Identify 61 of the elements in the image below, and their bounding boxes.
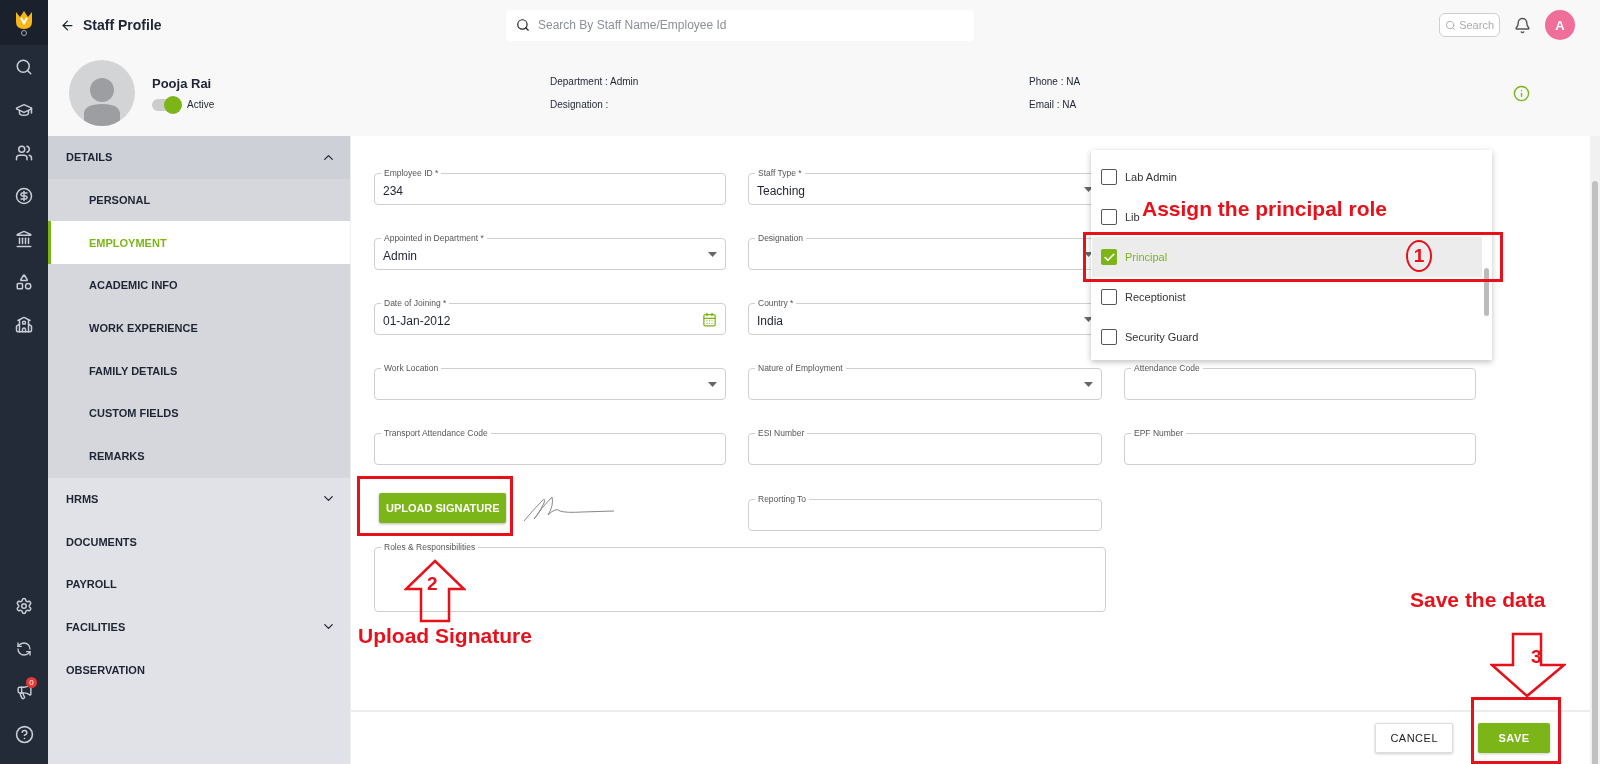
- profile-detail: Phone : NA: [1029, 76, 1082, 87]
- refresh-icon[interactable]: [16, 640, 32, 657]
- sidebar-item[interactable]: DETAILS: [48, 136, 350, 179]
- checkbox[interactable]: [1101, 249, 1117, 265]
- step-number: 2: [427, 573, 438, 595]
- role-option[interactable]: Lib: [1125, 211, 1140, 223]
- annotation-caption: Assign the principal role: [1142, 197, 1388, 221]
- bell-icon[interactable]: [1514, 16, 1531, 34]
- notification-badge: 0: [26, 677, 37, 688]
- sidebar-item[interactable]: HRMS: [48, 477, 350, 521]
- page-title: Staff Profile: [83, 17, 163, 33]
- scrollbar-thumb[interactable]: [1484, 268, 1489, 316]
- settings-icon[interactable]: [15, 596, 33, 615]
- step-number: 3: [1531, 646, 1542, 668]
- checkbox[interactable]: [1101, 209, 1117, 225]
- sidebar-subitem[interactable]: WORK EXPERIENCE: [48, 306, 350, 350]
- people-icon[interactable]: [15, 143, 33, 162]
- profile-detail: Email : NA: [1029, 99, 1078, 110]
- profile-detail: Department : Admin: [550, 76, 640, 87]
- search-icon: [516, 17, 530, 32]
- sidebar-item[interactable]: FACILITIES: [48, 605, 350, 649]
- profile-detail: Designation :: [550, 99, 610, 110]
- tulip-logo-icon[interactable]: [14, 9, 34, 36]
- building-icon[interactable]: [15, 229, 33, 248]
- dropdown-caret-icon: [708, 251, 717, 257]
- sidebar-item[interactable]: DOCUMENTS: [48, 520, 350, 563]
- annotation-caption: Save the data: [1410, 588, 1546, 612]
- megaphone-icon[interactable]: [15, 683, 33, 700]
- dropdown-caret-icon: [1084, 316, 1093, 322]
- step-number: 1: [1406, 240, 1432, 272]
- sidebar-item[interactable]: PAYROLL: [48, 562, 350, 606]
- dropdown-caret-icon: [708, 381, 717, 387]
- up-arrow-drawing: [404, 559, 466, 623]
- sidebar-subitem[interactable]: CUSTOM FIELDS: [48, 392, 350, 435]
- role-option[interactable]: Security Guard: [1125, 331, 1199, 343]
- checkbox[interactable]: [1101, 169, 1117, 185]
- sidebar-item[interactable]: OBSERVATION: [48, 648, 350, 691]
- role-option[interactable]: Lab Admin: [1125, 171, 1177, 183]
- search-icon: [1445, 19, 1457, 31]
- sidebar-subitem[interactable]: ACADEMIC INFO: [48, 264, 350, 307]
- shapes-icon[interactable]: [15, 272, 33, 291]
- status-label: Active: [187, 99, 215, 110]
- search-icon[interactable]: [15, 57, 33, 76]
- search-field[interactable]: Search By Staff Name/Employee Id: [506, 9, 974, 41]
- staff-name: Pooja Rai: [152, 75, 213, 91]
- cancel-button[interactable]: CANCEL: [1375, 723, 1453, 753]
- school-icon[interactable]: [15, 315, 33, 334]
- annotation-caption: Upload Signature: [358, 624, 532, 648]
- sidebar-subitem[interactable]: REMARKS: [48, 434, 350, 478]
- sidebar-subitem[interactable]: PERSONAL: [48, 178, 350, 222]
- dropdown-caret-icon: [1084, 186, 1093, 192]
- back-icon[interactable]: [60, 17, 75, 33]
- checkbox[interactable]: [1101, 289, 1117, 305]
- dropdown-caret-icon: [1084, 381, 1093, 387]
- sidebar-subitem[interactable]: FAMILY DETAILS: [48, 349, 350, 393]
- active-toggle[interactable]: [152, 98, 180, 111]
- scrollbar-thumb[interactable]: [1592, 181, 1598, 764]
- checkbox[interactable]: [1101, 329, 1117, 345]
- dollar-icon[interactable]: [15, 186, 33, 205]
- help-icon[interactable]: [14, 725, 34, 744]
- role-option[interactable]: Receptionist: [1125, 291, 1186, 303]
